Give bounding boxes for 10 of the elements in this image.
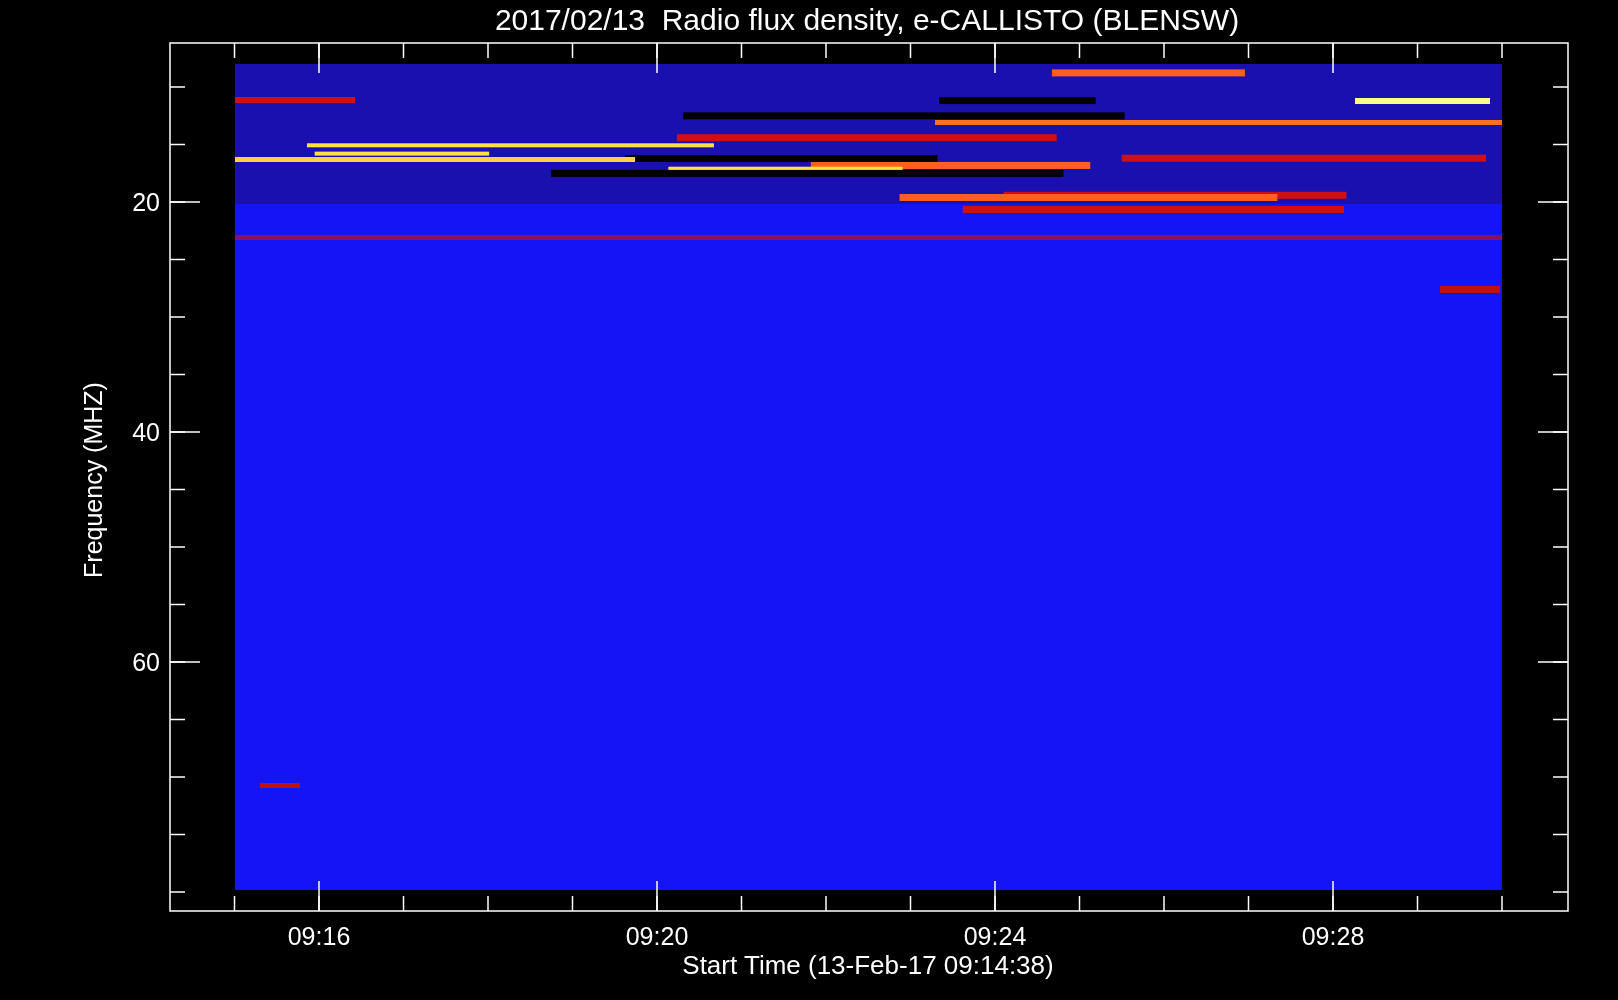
y-axis-label: Frequency (MHZ) xyxy=(79,382,107,578)
y-tick-label: 40 xyxy=(132,418,160,446)
x-tick-label: 09:16 xyxy=(287,922,351,950)
x-tick-label: 09:28 xyxy=(1301,922,1365,950)
y-tick-label: 60 xyxy=(132,648,160,676)
y-tick-label: 20 xyxy=(132,188,160,216)
x-tick-label: 09:24 xyxy=(963,922,1027,950)
x-tick-label: 09:20 xyxy=(625,922,689,950)
chart-title: 2017/02/13 Radio flux density, e-CALLISTO (BLENSW) xyxy=(494,3,1240,36)
x-axis-label: Start Time (13-Feb-17 09:14:38) xyxy=(682,950,1054,980)
